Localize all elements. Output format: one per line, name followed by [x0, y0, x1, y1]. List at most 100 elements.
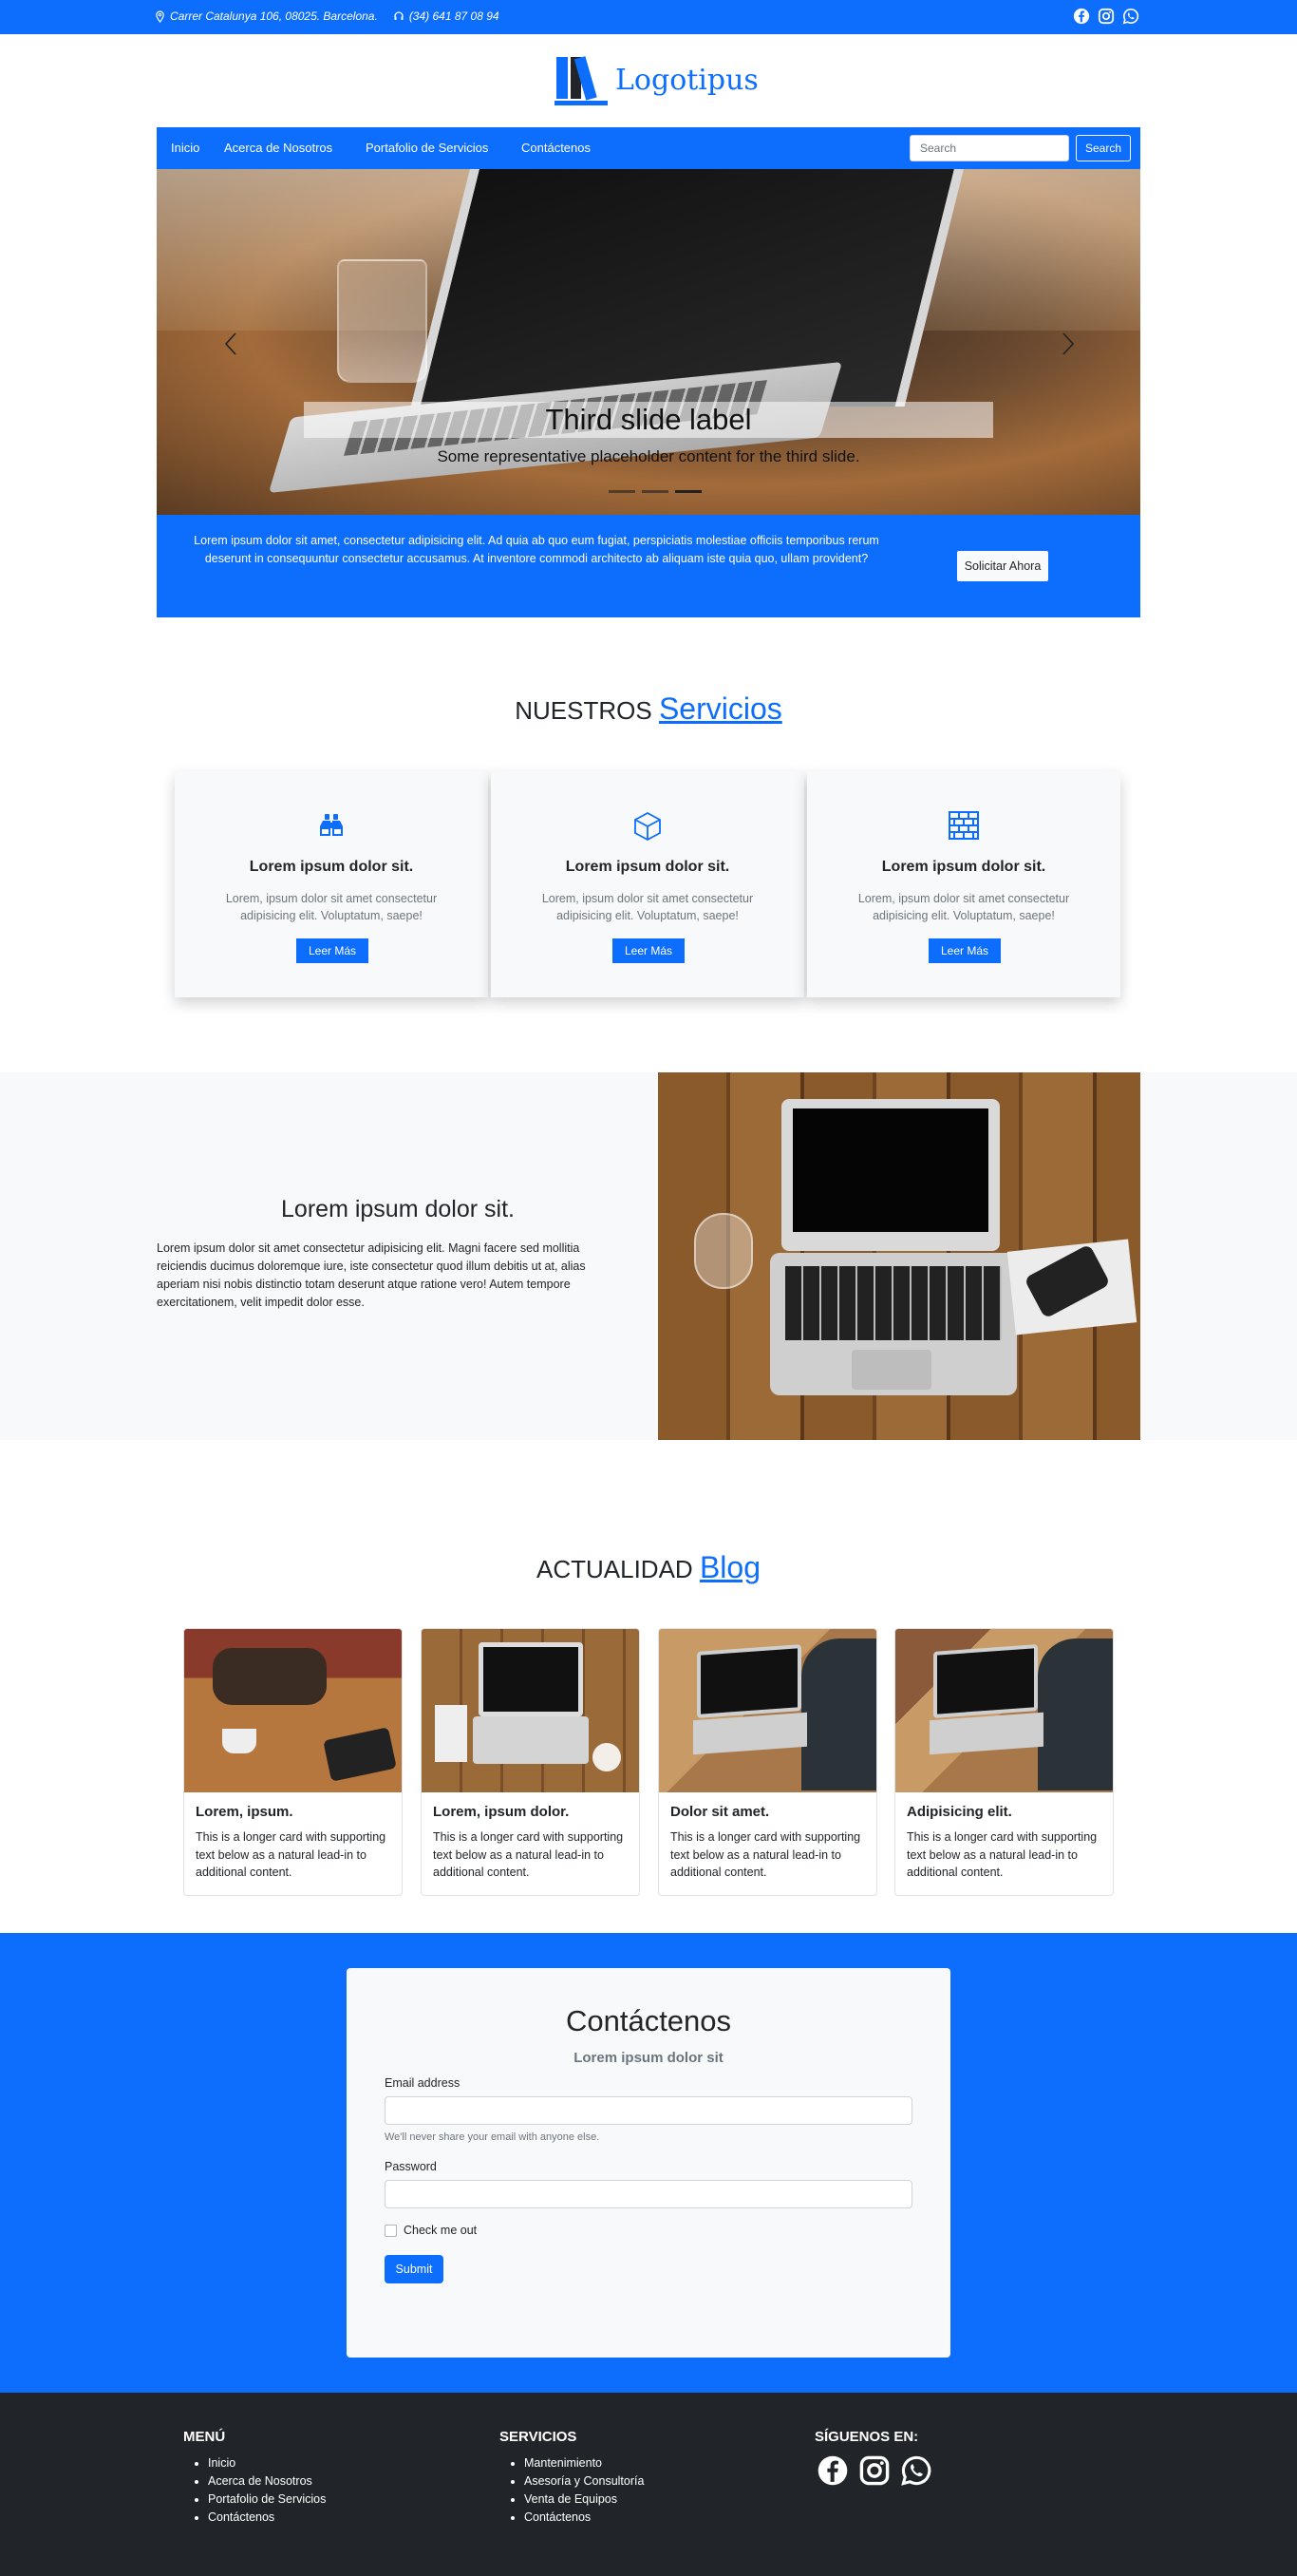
footer-menu-item[interactable]: Portafolio de Servicios	[208, 2491, 326, 2509]
laptop-desk-image	[658, 1072, 1140, 1440]
blog-card-text: This is a longer card with supporting te…	[907, 1830, 1098, 1879]
footer-service-item[interactable]: Mantenimiento	[524, 2454, 644, 2472]
whatsapp-icon[interactable]	[900, 2454, 932, 2487]
map-pin-icon	[156, 9, 164, 23]
promo-banner: Lorem ipsum dolor sit amet, consectetur …	[157, 515, 1140, 617]
blog-card[interactable]: Dolor sit amet. This is a longer card wi…	[658, 1628, 877, 1896]
instagram-icon[interactable]	[858, 2454, 891, 2487]
hero-carousel: Third slide label Some representative pl…	[157, 169, 1140, 515]
footer-menu: MENÚ Inicio Acerca de Nosotros Portafoli…	[183, 2429, 326, 2527]
solicitar-button[interactable]: Solicitar Ahora	[957, 551, 1048, 581]
promo-text: Lorem ipsum dolor sit amet, consectetur …	[194, 534, 879, 565]
about-text: Lorem ipsum dolor sit amet consectetur a…	[157, 1241, 586, 1309]
services-heading-highlight[interactable]: Servicios	[659, 691, 782, 726]
service-text: Lorem, ipsum dolor sit amet consectetur …	[857, 892, 1070, 922]
chevron-left-icon[interactable]	[223, 331, 238, 357]
search-input[interactable]: Search	[910, 135, 1069, 161]
footer-social-title: SÍGUENOS EN:	[815, 2429, 919, 2445]
blog-card[interactable]: Lorem, ipsum. This is a longer card with…	[183, 1628, 403, 1896]
footer-services-title: SERVICIOS	[499, 2429, 577, 2445]
footer-service-item[interactable]: Contáctenos	[524, 2509, 644, 2527]
address-text: Carrer Catalunya 106, 08025. Barcelona.	[170, 9, 378, 23]
leer-mas-button[interactable]: Leer Más	[612, 938, 685, 963]
binoculars-icon	[320, 814, 343, 836]
service-card: Lorem ipsum dolor sit. Lorem, ipsum dolo…	[807, 771, 1120, 997]
password-field[interactable]	[385, 2180, 912, 2208]
nav-item-portafolio[interactable]: Portafolio de Servicios	[366, 141, 488, 155]
site-logo[interactable]: Logotipus	[555, 53, 759, 106]
leer-mas-button[interactable]: Leer Más	[296, 938, 368, 963]
email-hint: We'll never share your email with anyone…	[385, 2131, 600, 2143]
carousel-indicator-2[interactable]	[642, 490, 668, 493]
checkbox-label: Check me out	[404, 2224, 478, 2237]
nav-item-contactenos[interactable]: Contáctenos	[521, 141, 591, 155]
phone-text: (34) 641 87 08 94	[408, 9, 499, 23]
about-title: Lorem ipsum dolor sit.	[281, 1196, 515, 1222]
service-text: Lorem, ipsum dolor sit amet consectetur …	[225, 892, 438, 922]
carousel-indicator-1[interactable]	[609, 490, 635, 493]
bricks-icon	[949, 811, 979, 840]
main-navbar: Inicio Acerca de Nosotros Portafolio de …	[157, 127, 1140, 169]
site-footer: MENÚ Inicio Acerca de Nosotros Portafoli…	[0, 2393, 1297, 2576]
books-logo-icon	[555, 56, 608, 105]
footer-service-item[interactable]: Venta de Equipos	[524, 2491, 644, 2509]
phone: (34) 641 87 08 94	[393, 9, 499, 23]
blog-card-image	[422, 1629, 639, 1792]
glass-image	[337, 259, 427, 383]
brand-name: Logotipus	[615, 63, 759, 97]
blog-card-image	[184, 1629, 402, 1792]
top-social-links	[1073, 8, 1139, 25]
footer-menu-item[interactable]: Contáctenos	[208, 2509, 326, 2527]
instagram-icon[interactable]	[1098, 8, 1115, 25]
footer-services: SERVICIOS Mantenimiento Asesoría y Consu…	[499, 2429, 644, 2527]
blog-card-image	[659, 1629, 876, 1792]
blog-card-text: This is a longer card with supporting te…	[433, 1830, 624, 1879]
services-heading-prefix: NUESTROS	[515, 696, 652, 725]
blog-card[interactable]: Lorem, ipsum dolor. This is a longer car…	[421, 1628, 640, 1896]
nav-item-acerca[interactable]: Acerca de Nosotros	[224, 141, 332, 155]
headset-icon	[394, 11, 404, 20]
check-me-out-checkbox[interactable]	[385, 2225, 397, 2237]
whatsapp-icon[interactable]	[1122, 8, 1139, 25]
box-icon	[634, 811, 661, 842]
services-heading: NUESTROS Servicios	[0, 691, 1297, 727]
service-title: Lorem ipsum dolor sit.	[881, 859, 1046, 875]
contact-title: Contáctenos	[565, 2004, 732, 2037]
email-field[interactable]	[385, 2096, 912, 2125]
chevron-right-icon[interactable]	[1061, 331, 1076, 357]
facebook-icon[interactable]	[817, 2454, 849, 2487]
blog-heading-highlight[interactable]: Blog	[700, 1550, 761, 1584]
about-section: Lorem ipsum dolor sit. Lorem ipsum dolor…	[0, 1072, 1297, 1440]
contact-info: Carrer Catalunya 106, 08025. Barcelona. …	[155, 9, 499, 23]
laptop-screen-image	[410, 169, 967, 407]
footer-service-item[interactable]: Asesoría y Consultoría	[524, 2472, 644, 2491]
search-button[interactable]: Search	[1076, 135, 1131, 161]
carousel-caption-title: Third slide label	[545, 403, 752, 436]
carousel-indicator-3[interactable]	[675, 490, 702, 493]
blog-heading: ACTUALIDAD Blog	[0, 1550, 1297, 1585]
contact-form: Contáctenos Lorem ipsum dolor sit Email …	[347, 1968, 950, 2358]
blog-card-image	[895, 1629, 1113, 1792]
footer-menu-title: MENÚ	[183, 2429, 226, 2445]
facebook-icon[interactable]	[1073, 8, 1090, 25]
service-title: Lorem ipsum dolor sit.	[249, 859, 414, 875]
leer-mas-button[interactable]: Leer Más	[929, 938, 1001, 963]
blog-card-text: This is a longer card with supporting te…	[670, 1830, 861, 1879]
password-label: Password	[385, 2160, 437, 2173]
blog-card-title: Adipisicing elit.	[907, 1804, 1012, 1820]
blog-card-title: Dolor sit amet.	[670, 1804, 770, 1820]
blog-card-text: This is a longer card with supporting te…	[196, 1830, 386, 1879]
service-text: Lorem, ipsum dolor sit amet consectetur …	[541, 892, 754, 922]
top-bar: Carrer Catalunya 106, 08025. Barcelona. …	[0, 0, 1297, 34]
submit-button[interactable]: Submit	[385, 2255, 443, 2283]
service-title: Lorem ipsum dolor sit.	[565, 859, 730, 875]
nav-item-inicio[interactable]: Inicio	[171, 141, 199, 155]
carousel-caption-subtitle: Some representative placeholder content …	[437, 447, 860, 465]
footer-menu-item[interactable]: Acerca de Nosotros	[208, 2472, 326, 2491]
service-card: Lorem ipsum dolor sit. Lorem, ipsum dolo…	[491, 771, 804, 997]
blog-card[interactable]: Adipisicing elit. This is a longer card …	[894, 1628, 1114, 1896]
blog-card-title: Lorem, ipsum.	[196, 1804, 293, 1820]
blog-heading-prefix: ACTUALIDAD	[536, 1555, 693, 1583]
email-label: Email address	[385, 2076, 461, 2090]
footer-menu-item[interactable]: Inicio	[208, 2454, 326, 2472]
